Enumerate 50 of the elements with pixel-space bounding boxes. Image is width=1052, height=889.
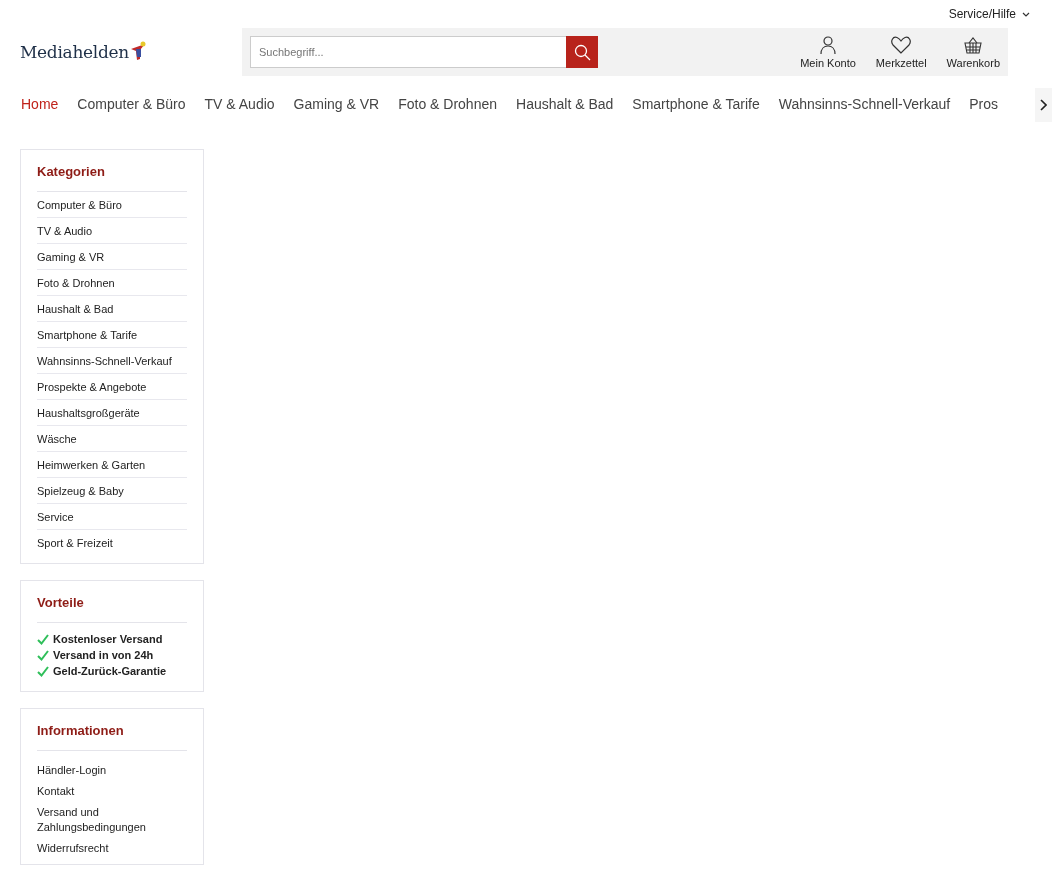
category-link[interactable]: Service [37, 504, 187, 530]
info-link[interactable]: Händler-Login [37, 763, 177, 778]
chevron-down-icon [1022, 11, 1030, 17]
wishlist-button[interactable]: Merkzettel [875, 35, 927, 69]
scroll-right-button[interactable] [1035, 88, 1052, 122]
category-link[interactable]: Gaming & VR [37, 244, 187, 270]
nav-tab[interactable]: Haushalt & Bad [516, 96, 614, 112]
nav-tab[interactable]: Home [21, 96, 59, 112]
category-link[interactable]: Haushalt & Bad [37, 296, 187, 322]
search-icon [573, 43, 591, 61]
panel-title: Vorteile [37, 595, 187, 623]
logo-wordmark[interactable]: Mediahelden [20, 42, 129, 62]
nav-tab[interactable]: Wahnsinns-Schnell-Verkauf [778, 96, 951, 112]
category-link[interactable]: Spielzeug & Baby [37, 478, 187, 504]
category-link[interactable]: Smartphone & Tarife [37, 322, 187, 348]
checkmark-icon [37, 649, 49, 661]
panel-title: Kategorien [37, 164, 187, 192]
basket-icon [964, 35, 983, 54]
info-link[interactable]: Kontakt [37, 784, 177, 799]
info-link[interactable]: Versand und Zahlungsbedingungen [37, 805, 177, 835]
chevron-right-icon [1040, 99, 1047, 111]
category-link[interactable]: Haushaltsgroßgeräte [37, 400, 187, 426]
category-link[interactable]: Heimwerken & Garten [37, 452, 187, 478]
category-link[interactable]: TV & Audio [37, 218, 187, 244]
info-link[interactable]: Widerrufsrecht [37, 841, 177, 856]
panel-title: Informationen [37, 723, 187, 751]
category-link[interactable]: Computer & Büro [37, 192, 187, 218]
benefit-text: Geld-Zurück-Garantie [53, 665, 167, 677]
nav-tab[interactable]: TV & Audio [204, 96, 275, 112]
checkmark-icon [37, 633, 49, 645]
service-help-menu[interactable]: Service/Hilfe [948, 4, 1030, 24]
nav-tab[interactable]: Smartphone & Tarife [632, 96, 760, 112]
category-link[interactable]: Wahnsinns-Schnell-Verkauf [37, 348, 187, 374]
benefit-text: Versand in von 24h [53, 649, 154, 661]
heart-icon [891, 35, 912, 54]
nav-tab[interactable]: Gaming & VR [293, 96, 380, 112]
benefit-text: Kostenloser Versand [53, 633, 163, 645]
category-link[interactable]: Foto & Drohnen [37, 270, 187, 296]
category-link[interactable]: Prospekte & Angebote [37, 374, 187, 400]
checkmark-icon [37, 665, 49, 677]
nav-tab[interactable]: Foto & Drohnen [398, 96, 497, 112]
person-icon [820, 35, 837, 54]
category-link[interactable]: Sport & Freizeit [37, 530, 187, 555]
category-link[interactable]: Wäsche [37, 426, 187, 452]
nav-tab[interactable]: Pros [969, 96, 998, 112]
nav-tab[interactable]: Computer & Büro [77, 96, 186, 112]
cart-button[interactable]: Warenkorb [946, 35, 1000, 69]
search-field[interactable]: Suchbegriff... [250, 36, 566, 68]
account-button[interactable]: Mein Konto [800, 35, 856, 69]
search-button[interactable] [566, 36, 598, 68]
